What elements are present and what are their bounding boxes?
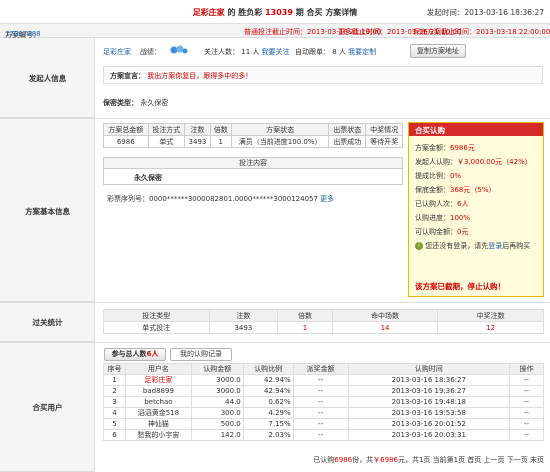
section-initiator: 发起人信息 — [0, 38, 95, 118]
users-table: 序号 用户名 认购金额 认购比例 派奖金额 认购时间 操作 1 足彩庄家 300… — [103, 363, 544, 441]
secrecy-type: 保密类型： 永久保密 — [103, 99, 169, 107]
info-icon: i — [415, 242, 423, 250]
fill-deadline: 保底方案截止时间：2013-03-18 22:00:00 — [413, 28, 550, 36]
initiator-row: 足彩庄家 — [103, 47, 131, 57]
plan-info-bar: 方案编号： 17007488 普通投注截止时间：2013-03-16 21:10:… — [0, 24, 550, 39]
subscribe-header: 合买认购 — [409, 123, 543, 136]
table-row: 1 足彩庄家 3000.0 42.94% -- 2013-03-16 18:36… — [103, 374, 544, 386]
sub-progress: 认购进度：100% — [415, 214, 471, 222]
initiator-name[interactable]: 足彩庄家 — [103, 48, 131, 56]
copy-address-button[interactable]: 复制方案地址 — [410, 44, 466, 58]
login-hint: i 您还没有登录，请先登录后再购买 — [415, 241, 530, 251]
record-icon — [170, 44, 188, 56]
publish-time: 发起时间：2013-03-16 18:36:27 — [426, 8, 544, 17]
customize-link[interactable]: 我要定制 — [348, 48, 376, 56]
table-row: 3 betchao 44.0 0.62% -- 2013-03-16 19:48… — [103, 395, 544, 408]
closed-notice: 该方案已截期，停止认购！ — [415, 282, 505, 291]
bet-secret: 永久保密 — [134, 174, 162, 182]
bet-content-header: 投注内容 — [103, 157, 403, 169]
auto-follow-info: 自动跟单： 8 人 我要定制 — [295, 48, 377, 56]
plan-basic-table: 方案总金额 投注方式 注数 倍数 方案状态 出票状态 中奖情况 6986 单式 … — [103, 123, 403, 148]
bet-content-box: 永久保密 — [103, 169, 403, 185]
sub-available: 可认购金额：0元 — [415, 228, 469, 236]
table-row: 5 神仙猫 500.0 7.15% -- 2013-03-16 20:01:52… — [103, 417, 544, 430]
record-label: 战绩： — [140, 48, 161, 56]
login-link[interactable]: 登录 — [488, 242, 502, 250]
subscribe-panel: 合买认购 方案金额：6986元 发起人认购：￥3,000.00元（42%） 提成… — [408, 122, 544, 297]
serial-more-link[interactable]: 更多 — [320, 195, 334, 203]
tab-my-records[interactable]: 我的认购记录 — [170, 348, 232, 361]
section-pass: 过关统计 — [0, 302, 95, 342]
tab-participants[interactable]: 参与总人数6人 — [104, 348, 166, 361]
table-row: 4 滔滔黄金518 300.0 4.29% -- 2013-03-16 19:5… — [103, 406, 544, 419]
section-basic: 方案基本信息 — [0, 118, 95, 302]
sub-total: 方案金额：6986元 — [415, 144, 475, 152]
serial-number: 彩票序列号：0000******3000082801.0000******300… — [107, 195, 335, 203]
declaration-box: 方案宣言： 我出方案你复目，跟得多中的多！ — [103, 66, 543, 84]
follow-link[interactable]: 我要关注 — [262, 48, 290, 56]
pager-links[interactable]: 元，共1页 当前第1页 首页 上一页 下一页 末页 — [398, 456, 544, 464]
sub-buyers: 已认购人次：6人 — [415, 200, 469, 208]
pagination: 已认购6986份，共￥6986元，共1页 当前第1页 首页 上一页 下一页 末页 — [313, 456, 544, 464]
sub-initiator: 发起人认购：￥3,000.00元（42%） — [415, 158, 532, 166]
follow-info: 关注人数： 11 人 我要关注 — [204, 48, 290, 56]
section-users: 合买用户 — [0, 342, 95, 472]
page-header: 足彩庄家 的 胜负彩 13039 期 合买 方案详情 发起时间：2013-03-… — [0, 0, 550, 24]
sub-commission: 提成比例：0% — [415, 172, 462, 180]
table-row: 2 bad8899 3000.0 42.94% -- 2013-03-16 19… — [103, 385, 544, 397]
table-row: 6 愁我的小宇宙 142.0 2.03% -- 2013-03-16 20:03… — [103, 428, 544, 441]
pass-stats-table: 投注类型 注数 倍数 命中场数 中奖注数 单式投注 3493 1 14 12 — [103, 309, 544, 334]
sub-guarantee: 保底金额：368元（5%） — [415, 186, 496, 194]
